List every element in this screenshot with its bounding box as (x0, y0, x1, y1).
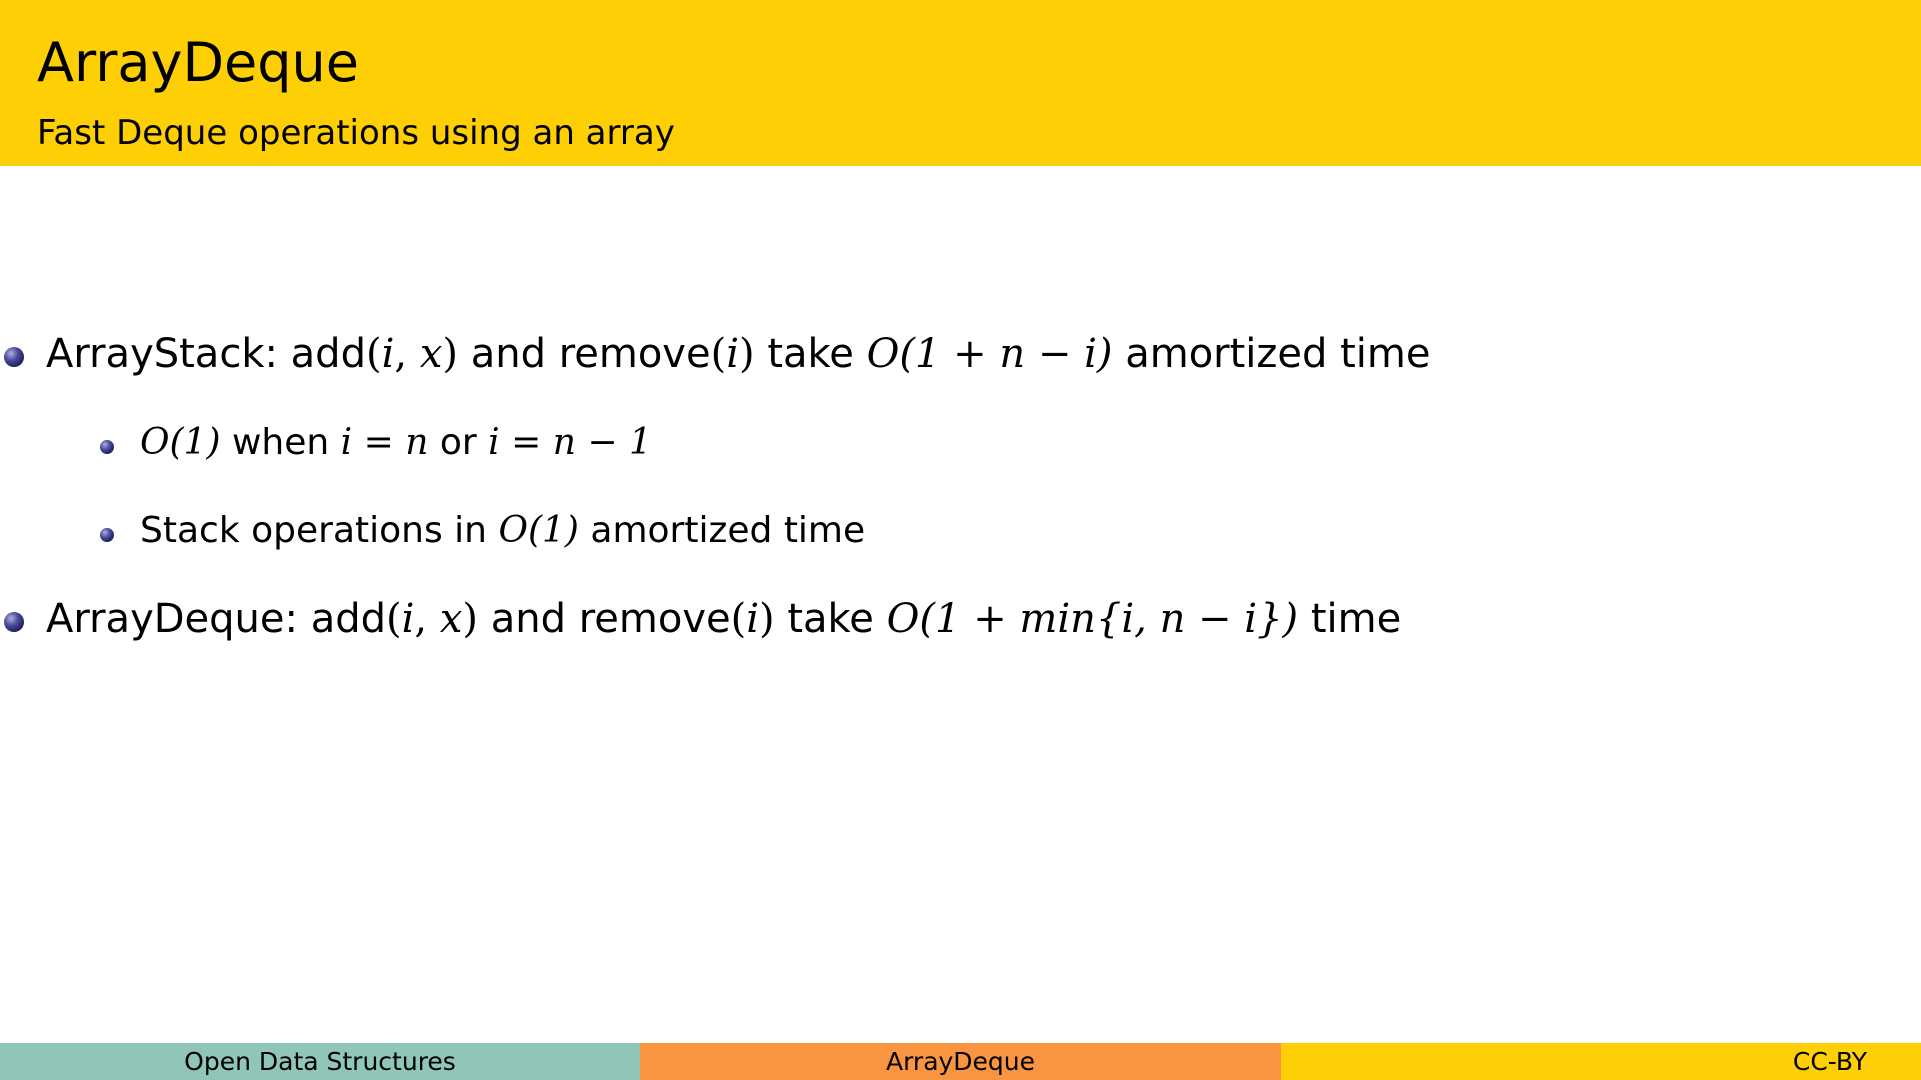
footer-left: Open Data Structures (0, 1043, 640, 1080)
sub-prefix: Stack operations in (140, 510, 487, 551)
take-word: take (767, 331, 854, 377)
conj: and (470, 331, 546, 377)
arg-x: x (419, 331, 443, 377)
arg-x: x (439, 596, 463, 642)
sub-bullet-ball-icon (100, 528, 114, 542)
condition-2: i = n − 1 (488, 422, 652, 463)
footer-right: CC-BY (1281, 1043, 1921, 1080)
sub-suffix: amortized time (590, 510, 866, 551)
condition-1: i = n (340, 422, 429, 463)
bullet-label: ArrayDeque: (46, 596, 298, 642)
arg-i: i (401, 596, 415, 642)
bullet-arraydeque: ArrayDeque: add(i, x) and remove(i) take… (46, 596, 1402, 642)
slide-content: ArrayStack: add(i, x) and remove(i) take… (0, 0, 1921, 1080)
bullet-ball-icon (4, 347, 24, 367)
bullet-arraystack: ArrayStack: add(i, x) and remove(i) take… (46, 331, 1431, 377)
bullet-label: ArrayStack: (46, 331, 278, 377)
when-word: when (231, 422, 330, 463)
conj: and (490, 596, 566, 642)
or-word: or (439, 422, 477, 463)
method-add: add (290, 331, 366, 377)
footer-center: ArrayDeque (640, 1043, 1281, 1080)
sub-complexity: O(1) (498, 510, 579, 551)
sub-bullet-o1-when: O(1) when i = n or i = n − 1 (140, 420, 652, 466)
slide-footer: Open Data Structures ArrayDeque CC-BY (0, 1043, 1921, 1080)
sub-complexity: O(1) (140, 422, 221, 463)
method-remove: remove (558, 331, 711, 377)
complexity: O(1 + min{i, n − i}) (886, 596, 1299, 642)
complexity: O(1 + n − i) (866, 331, 1113, 377)
method-add: add (310, 596, 386, 642)
sub-bullet-ball-icon (100, 440, 114, 454)
arg-remove-i: i (746, 596, 760, 642)
arg-remove-i: i (726, 331, 739, 377)
bullet-ball-icon (4, 612, 24, 632)
take-word: take (787, 596, 874, 642)
method-remove: remove (578, 596, 731, 642)
suffix: amortized time (1125, 331, 1431, 377)
sub-bullet-stack-ops: Stack operations in O(1) amortized time (140, 508, 865, 554)
suffix: time (1310, 596, 1402, 642)
arg-i: i (381, 331, 395, 377)
